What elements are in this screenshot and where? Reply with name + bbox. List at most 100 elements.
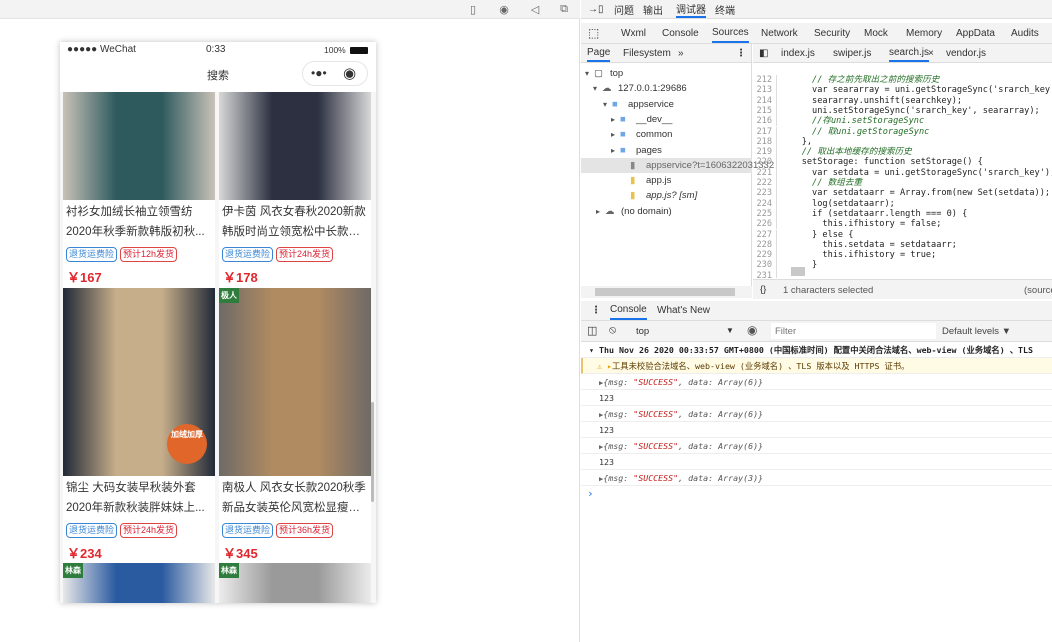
product-title[interactable]: 衬衫女加绒长袖立领雪纺 2020年秋季新款韩版初秋... (63, 200, 215, 244)
line-number[interactable]: 212 (753, 75, 777, 86)
sidebar-toggle-icon[interactable]: ◫ (587, 324, 597, 337)
product-card[interactable]: 极人 南极人 风衣女长款2020秋季 新品女装英伦风宽松显瘦双... 退货运费险 预计3… (219, 288, 371, 564)
product-card[interactable]: 衬衫女加绒长袖立领雪纺 2020年秋季新款韩版初秋... 退货运费险 预计12h发货 ￥… (63, 92, 215, 288)
tab-mock[interactable]: Mock (864, 23, 888, 43)
tree-expand-icon[interactable]: ▸ (611, 112, 620, 127)
line-number[interactable]: 226 (753, 219, 777, 230)
expand-icon[interactable]: ▾ (589, 345, 599, 355)
line-number[interactable]: 217 (753, 126, 777, 137)
top-tab-0[interactable]: 问题 (614, 0, 634, 18)
tree-expand-icon[interactable]: ▾ (593, 81, 602, 96)
window-icon[interactable]: ⧉ (557, 3, 571, 16)
tree-expand-icon[interactable]: ▸ (596, 204, 605, 219)
clear-console-icon[interactable]: ⦸ (609, 324, 616, 337)
line-number[interactable]: 219 (753, 147, 777, 158)
navigator-tab-0[interactable]: Page (587, 44, 611, 62)
line-number[interactable]: 214 (753, 95, 777, 106)
tab-memory[interactable]: Memory (906, 23, 942, 43)
navigator-tab-1[interactable]: Filesystem (623, 44, 671, 62)
volume-icon[interactable]: ◁ (528, 3, 542, 16)
top-tab-2[interactable]: 调试器 (676, 0, 706, 18)
code-editor[interactable]: 212 // 存之前先取出之前的搜索历史 213 var seararray = … (753, 63, 1052, 278)
tab-appdata[interactable]: AppData (956, 23, 995, 43)
tree-node[interactable]: ▾ ▢ top (581, 66, 752, 81)
file-tab[interactable]: search.js (889, 44, 930, 62)
product-image[interactable]: 林森 (63, 563, 215, 603)
line-number[interactable]: 222 (753, 178, 777, 189)
line-number[interactable]: 225 (753, 208, 777, 220)
console-filter-input[interactable] (771, 323, 936, 339)
tab-network[interactable]: Network (761, 23, 798, 43)
tree-node[interactable]: ▸ ■ __dev__ (581, 112, 752, 127)
tree-node[interactable]: ▸ ☁ (no domain) (581, 204, 752, 219)
console-entry[interactable]: ▶{msg: "SUCCESS", data: Array(6)} (581, 406, 1052, 422)
tree-node[interactable]: ▸ ■ common (581, 127, 752, 142)
product-card[interactable]: 林森 (63, 563, 215, 603)
console-entry[interactable]: ▶{msg: "SUCCESS", data: Array(6)} (581, 374, 1052, 390)
navigator-menu-icon[interactable]: ⋮ (736, 44, 746, 62)
line-number[interactable]: 223 (753, 188, 777, 199)
tab-audits[interactable]: Audits (1011, 23, 1039, 43)
tab-console[interactable]: Console (662, 23, 699, 43)
line-number[interactable]: 231 (753, 270, 777, 278)
tab-wxml[interactable]: Wxml (621, 23, 646, 43)
line-number[interactable]: 220 (753, 157, 777, 168)
line-number[interactable]: 216 (753, 116, 777, 127)
file-tab[interactable]: index.js (781, 44, 815, 62)
product-title[interactable]: 锦尘 大码女装早秋装外套 2020年新款秋装胖妹妹上... (63, 476, 215, 520)
close-tab-icon[interactable]: × (928, 44, 934, 62)
line-number[interactable]: 230 (753, 260, 777, 271)
console-entry[interactable]: 123 (581, 390, 1052, 406)
phone-icon[interactable]: ▯ (466, 3, 480, 16)
top-tab-3[interactable]: 终端 (715, 0, 735, 18)
tree-node[interactable]: ▸ ■ pages (581, 143, 752, 158)
tree-horizontal-scrollbar[interactable] (581, 286, 752, 298)
product-title[interactable]: 南极人 风衣女长款2020秋季 新品女装英伦风宽松显瘦双... (219, 476, 371, 520)
context-dropdown-icon[interactable]: ▼ (726, 326, 734, 335)
drawer-menu-icon[interactable]: ⋮ (591, 301, 601, 320)
line-number[interactable]: 213 (753, 85, 777, 96)
product-image[interactable]: 加绒加厚 (63, 288, 215, 476)
context-select[interactable]: top (636, 326, 649, 337)
product-title[interactable]: 伊卡茵 风衣女春秋2020新款 韩版时尚立领宽松中长款外... (219, 200, 371, 244)
more-button[interactable]: •●• (311, 66, 327, 80)
inspect-icon[interactable]: ⬚ (588, 23, 599, 43)
product-image[interactable] (63, 92, 215, 200)
navigator-tab-2[interactable]: » (678, 44, 684, 62)
product-card[interactable]: 伊卡茵 风衣女春秋2020新款 韩版时尚立领宽松中长款外... 退货运费险 预计24h… (219, 92, 371, 288)
product-card[interactable]: 林森 (219, 563, 371, 603)
drawer-tab-0[interactable]: Console (610, 301, 647, 320)
product-image[interactable] (219, 92, 371, 200)
line-number[interactable]: 221 (753, 167, 777, 178)
console-group-header[interactable]: ▾ Thu Nov 26 2020 00:33:57 GMT+0800 (中国标… (581, 342, 1052, 358)
tree-expand-icon[interactable]: ▾ (585, 66, 594, 81)
line-number[interactable]: 224 (753, 198, 777, 209)
tree-node[interactable]: ▾ ■ appservice (581, 97, 752, 112)
line-number[interactable]: 229 (753, 250, 777, 261)
line-number[interactable]: 228 (753, 239, 777, 251)
tree-expand-icon[interactable]: ▸ (611, 127, 620, 142)
console-entry[interactable]: 123 (581, 454, 1052, 470)
console-entry[interactable]: ▶{msg: "SUCCESS", data: Array(3)} (581, 470, 1052, 486)
drawer-tab-1[interactable]: What's New (657, 301, 710, 320)
line-number[interactable]: 218 (753, 136, 777, 148)
console-prompt[interactable]: › (581, 486, 1052, 502)
tab-sources[interactable]: Sources (712, 23, 749, 43)
product-image[interactable]: 极人 (219, 288, 371, 476)
pretty-print-button[interactable]: {} (760, 284, 766, 295)
tab-security[interactable]: Security (814, 23, 850, 43)
editor-horizontal-scrollbar[interactable] (791, 267, 805, 276)
top-tab-1[interactable]: 输出 (643, 0, 663, 18)
scrollbar[interactable] (371, 402, 374, 502)
product-card[interactable]: 加绒加厚 锦尘 大码女装早秋装外套 2020年新款秋装胖妹妹上... 退货运费险 预计2… (63, 288, 215, 564)
log-levels-select[interactable]: Default levels ▼ (942, 326, 1011, 337)
file-tab[interactable]: vendor.js (946, 44, 986, 62)
tree-node[interactable]: ▮ appservice?t=1606322031332 (581, 157, 774, 173)
eye-icon[interactable]: ◉ (747, 323, 757, 337)
tree-node[interactable]: ▾ ☁ 127.0.0.1:29686 (581, 81, 752, 96)
tree-node[interactable]: ▮ app.js (581, 173, 752, 188)
file-tab[interactable]: swiper.js (833, 44, 871, 62)
product-image[interactable]: 林森 (219, 563, 371, 603)
console-entry[interactable]: 123 (581, 422, 1052, 438)
close-capsule-button[interactable]: ◉ (343, 64, 356, 82)
